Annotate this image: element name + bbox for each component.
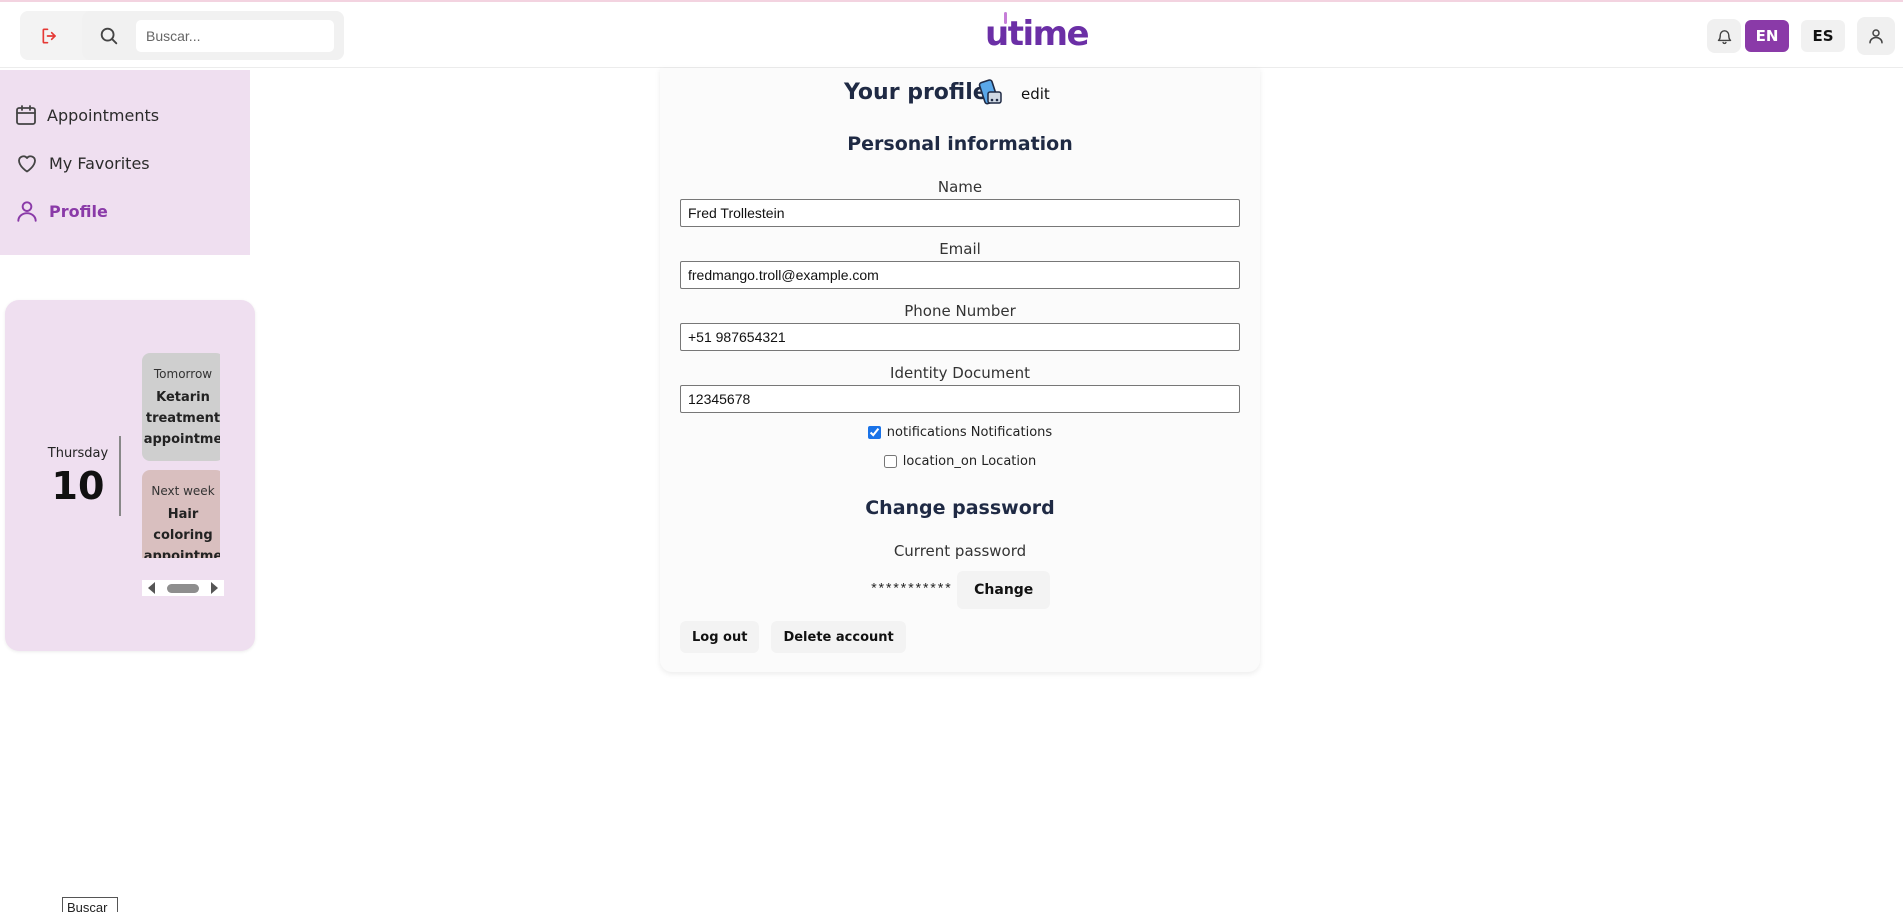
search-input[interactable]: [136, 20, 334, 52]
appointment-title: Ketarin treatment appointme: [143, 390, 220, 447]
lang-es-button[interactable]: ES: [1801, 20, 1845, 52]
phone-field[interactable]: [680, 323, 1240, 351]
name-field[interactable]: [680, 199, 1240, 227]
user-menu-button[interactable]: [1857, 17, 1895, 55]
header-search: [82, 11, 344, 60]
header-left-group: [20, 11, 344, 60]
personal-info-heading: Personal information: [847, 133, 1073, 155]
identity-document-label: Identity Document: [890, 364, 1030, 382]
floating-search-box[interactable]: Buscar: [62, 897, 118, 912]
notifications-checkbox[interactable]: [867, 426, 881, 439]
appointment-when: Tomorrow: [153, 367, 213, 381]
sidebar-item-label: Appointments: [47, 105, 160, 125]
scroll-right-arrow-icon[interactable]: [211, 582, 218, 594]
heart-icon: [18, 155, 36, 173]
user-icon: [17, 201, 37, 222]
upcoming-appointments-card: Thursday 10 Tomorrow Ketarin treatment a…: [5, 300, 255, 651]
scrollbar-thumb[interactable]: [167, 583, 199, 593]
profile-card: Your profile edit Personal information N…: [660, 68, 1260, 672]
notifications-button[interactable]: [1707, 19, 1741, 53]
delete-account-button[interactable]: Delete account: [771, 621, 906, 653]
appointments-scroll-area[interactable]: Tomorrow Ketarin treatment appointme Nex…: [137, 353, 220, 558]
phone-label: Phone Number: [904, 302, 1016, 320]
appointment-title: Hair coloring appointme: [143, 507, 220, 558]
appointment-item[interactable]: Next week Hair coloring appointme: [142, 470, 220, 558]
sidebar-item-appointments[interactable]: Appointments: [14, 100, 159, 130]
logout-icon-button[interactable]: [20, 11, 80, 60]
sidebar-item-favorites[interactable]: My Favorites: [14, 148, 150, 178]
bell-icon: [1717, 29, 1731, 44]
search-icon[interactable]: [98, 25, 120, 47]
logout-button[interactable]: Log out: [680, 621, 760, 653]
sidebar-item-label: Profile: [49, 201, 108, 221]
edit-profile-button[interactable]: edit: [1021, 85, 1050, 103]
sidebar: Appointments My Favorites Profile: [0, 70, 250, 255]
name-label: Name: [937, 178, 983, 196]
notifications-toggle[interactable]: notifications Notifications: [660, 425, 1260, 440]
horizontal-scrollbar[interactable]: [142, 580, 224, 596]
notifications-label: notifications Notifications: [886, 425, 1053, 440]
user-icon: [1869, 29, 1883, 44]
logo-text: utime: [985, 14, 1090, 54]
utime-logo[interactable]: utime: [985, 12, 1090, 54]
day-name: Thursday: [47, 446, 109, 461]
logout-icon: [42, 28, 56, 44]
change-password-heading: Change password: [865, 497, 1055, 519]
scroll-left-arrow-icon[interactable]: [148, 582, 155, 594]
location-checkbox[interactable]: [883, 455, 897, 468]
sidebar-item-label: My Favorites: [49, 153, 150, 173]
account-actions: Log out Delete account: [680, 621, 906, 653]
email-field[interactable]: [680, 261, 1240, 289]
lang-en-button[interactable]: EN: [1745, 20, 1789, 52]
sidebar-item-profile[interactable]: Profile: [14, 196, 108, 226]
appointment-item[interactable]: Tomorrow Ketarin treatment appointme: [142, 353, 220, 461]
identity-document-field[interactable]: [680, 385, 1240, 413]
location-label: location_on Location: [902, 454, 1037, 469]
phone-icon: [978, 79, 1002, 105]
top-header: utime EN ES: [0, 2, 1903, 68]
logo-accent: [1004, 12, 1007, 24]
page-title: Your profile: [844, 80, 988, 105]
password-mask: ***********: [869, 582, 952, 598]
email-label: Email: [939, 240, 981, 258]
password-row: *********** Change: [660, 571, 1260, 609]
day-number: 10: [51, 464, 105, 508]
change-password-button[interactable]: Change: [957, 571, 1051, 609]
current-password-label: Current password: [893, 542, 1027, 560]
appointment-when: Next week: [151, 484, 215, 498]
header-right-group: EN ES: [1707, 17, 1895, 55]
divider: [119, 436, 121, 516]
calendar-icon: [16, 105, 36, 125]
location-toggle[interactable]: location_on Location: [660, 454, 1260, 469]
